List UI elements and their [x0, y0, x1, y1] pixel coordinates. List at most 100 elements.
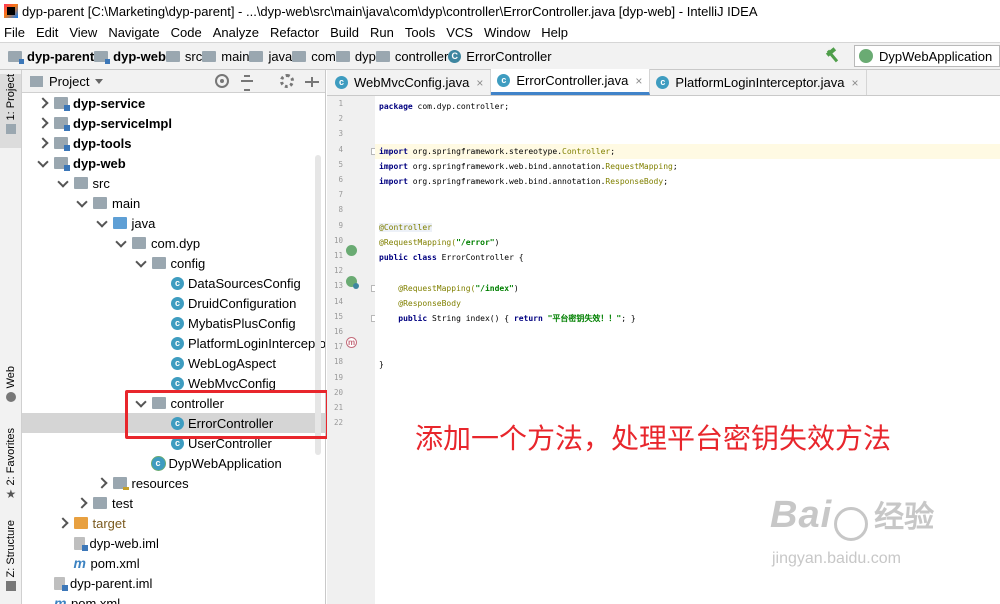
tree-item[interactable]: c PlatformLoginIntercepto [22, 333, 325, 353]
hide-panel-icon[interactable] [305, 74, 319, 88]
web-tool-button[interactable]: Web [0, 366, 21, 412]
menu-window[interactable]: Window [484, 25, 530, 40]
breadcrumb-item-main[interactable]: main [202, 49, 249, 64]
menu-view[interactable]: View [69, 25, 97, 40]
project-folder-icon [30, 75, 43, 87]
java-class-icon: c [171, 356, 184, 370]
build-hammer-icon[interactable] [824, 47, 842, 65]
close-icon[interactable]: × [852, 76, 859, 90]
chevron-right-icon[interactable] [36, 136, 50, 150]
chevron-right-icon[interactable] [36, 96, 50, 110]
chevron-down-icon[interactable] [95, 216, 109, 230]
java-class-icon: c [497, 74, 511, 87]
tree-item[interactable]: dyp-service [22, 93, 325, 113]
tree-item[interactable]: c DruidConfiguration [22, 293, 325, 313]
tab-label: ErrorController.java [516, 73, 629, 88]
code-line-import-1: import org.springframework.stereotype.Co… [375, 144, 1000, 159]
menu-run[interactable]: Run [370, 25, 394, 40]
tree-item[interactable]: dyp-web [22, 153, 325, 173]
tree-item-label: DypWebApplication [168, 455, 282, 471]
tree-item[interactable]: com.dyp [22, 233, 325, 253]
tree-item[interactable]: java [22, 213, 325, 233]
tree-item[interactable]: test [22, 493, 325, 513]
chevron-right-icon[interactable] [95, 476, 109, 490]
menu-file[interactable]: File [4, 25, 25, 40]
intellij-logo-icon [4, 4, 18, 18]
project-tool-label: 1: Project [4, 74, 17, 121]
breadcrumb-item-src[interactable]: src [165, 48, 203, 64]
menu-analyze[interactable]: Analyze [213, 25, 259, 40]
excluded-folder-icon [73, 517, 88, 529]
left-tool-stripe: 1: Project Web 2: Favorites ★ Z: Structu… [0, 70, 22, 604]
folder-icon [202, 50, 217, 62]
editor-tab[interactable]: c WebMvcConfig.java × [329, 70, 492, 95]
project-tool-button[interactable]: 1: Project [0, 74, 21, 148]
chevron-right-icon[interactable] [56, 516, 70, 530]
chevron-down-icon[interactable] [56, 176, 70, 190]
run-configuration-select[interactable]: DypWebApplication [854, 45, 1000, 67]
breadcrumb-item-errorcontroller[interactable]: C ErrorController [448, 49, 552, 64]
scroll-from-source-icon[interactable] [215, 74, 229, 88]
line-number: 17 [333, 342, 343, 352]
menu-tools[interactable]: Tools [405, 25, 435, 40]
favorites-tool-button[interactable]: 2: Favorites ★ [0, 428, 21, 506]
menu-refactor[interactable]: Refactor [270, 25, 319, 40]
tree-item[interactable]: c WebLogAspect [22, 353, 325, 373]
tree-item[interactable]: c DataSourcesConfig [22, 273, 325, 293]
structure-tool-button[interactable]: Z: Structure [0, 520, 21, 600]
menu-build[interactable]: Build [330, 25, 359, 40]
project-view-select[interactable]: Project [49, 74, 89, 89]
editor-tab[interactable]: c ErrorController.java × [491, 69, 651, 95]
menu-vcs[interactable]: VCS [446, 25, 473, 40]
breadcrumb-item-controller[interactable]: controller [375, 49, 448, 64]
chevron-right-icon[interactable] [75, 496, 89, 510]
tree-item[interactable]: src [22, 173, 325, 193]
tree-item[interactable]: c MybatisPlusConfig [22, 313, 325, 333]
tree-item[interactable]: config [22, 253, 325, 273]
maven-icon: m [54, 595, 67, 604]
breadcrumb-item-dyp-web[interactable]: dyp-web [94, 49, 166, 64]
chevron-down-icon[interactable] [36, 156, 50, 170]
close-icon[interactable]: × [635, 74, 642, 88]
collapse-all-icon[interactable] [240, 74, 254, 91]
menu-help[interactable]: Help [541, 25, 568, 40]
module-folder-icon [54, 157, 70, 171]
tree-item[interactable]: dyp-tools [22, 133, 325, 153]
chevron-right-icon[interactable] [36, 116, 50, 130]
menu-edit[interactable]: Edit [36, 25, 58, 40]
tree-item[interactable]: target [22, 513, 325, 533]
code-line-import-2: import org.springframework.web.bind.anno… [379, 162, 678, 171]
menu-navigate[interactable]: Navigate [108, 25, 159, 40]
nav-toolbar: DypWebApplication [824, 45, 1000, 67]
spring-class-gutter-icon[interactable] [346, 276, 359, 289]
breadcrumb-item-dyp-parent[interactable]: dyp-parent [8, 49, 94, 64]
breadcrumb-label: src [184, 48, 203, 64]
tree-item-label: resources [131, 475, 189, 491]
tree-item-label: dyp-tools [73, 135, 132, 151]
menu-code[interactable]: Code [171, 25, 202, 40]
spring-bean-gutter-icon[interactable] [346, 245, 357, 256]
tree-item[interactable]: m pom.xml [22, 553, 325, 573]
tree-item[interactable]: resources [22, 473, 325, 493]
chevron-down-icon[interactable] [75, 196, 89, 210]
breadcrumb-item-java[interactable]: java [249, 49, 292, 64]
tree-item[interactable]: main [22, 193, 325, 213]
request-mapping-gutter-icon[interactable]: m [346, 337, 357, 348]
close-icon[interactable]: × [476, 76, 483, 90]
tree-item-label: config [170, 255, 206, 271]
breadcrumb-item-com[interactable]: com [292, 49, 336, 64]
chevron-down-icon[interactable] [114, 236, 128, 250]
tab-label: PlatformLoginInterceptor.java [675, 75, 845, 90]
line-number: 6 [338, 175, 343, 184]
chevron-down-icon[interactable] [134, 256, 148, 270]
editor-tab[interactable]: c PlatformLoginInterceptor.java × [650, 70, 867, 95]
tree-item[interactable]: c DypWebApplication [22, 453, 325, 473]
code-line-package: package com.dyp.controller; [379, 102, 510, 111]
gear-icon[interactable] [280, 74, 294, 88]
tree-item[interactable]: m pom.xml [22, 593, 325, 604]
tree-item[interactable]: dyp-serviceImpl [22, 113, 325, 133]
breadcrumb-item-dyp[interactable]: dyp [335, 49, 376, 64]
tree-item[interactable]: dyp-web.iml [22, 533, 325, 553]
chevron-down-icon[interactable] [95, 78, 104, 84]
tree-item[interactable]: dyp-parent.iml [22, 573, 325, 593]
